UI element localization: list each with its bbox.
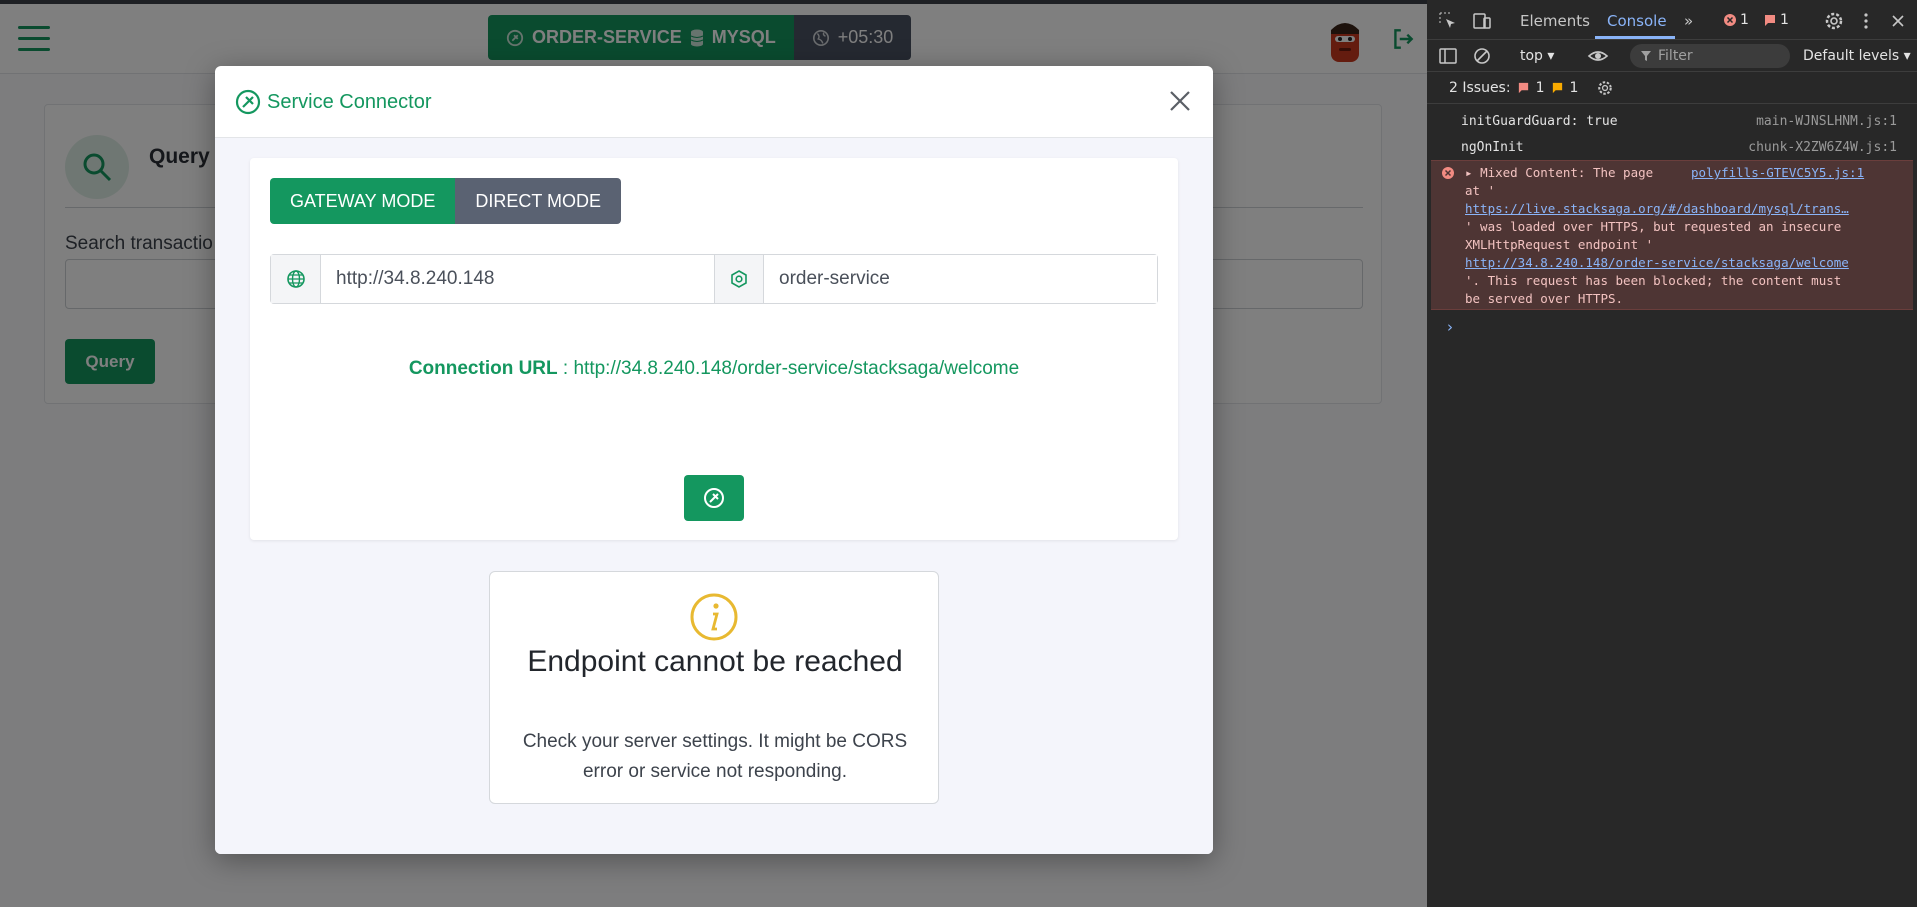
issues-error-count: 1 (1535, 79, 1545, 96)
inspect-icon[interactable] (1437, 10, 1459, 32)
issues-bar[interactable]: 2 Issues: 1 1 (1427, 72, 1917, 104)
error-message: Check your server settings. It might be … (522, 731, 908, 782)
issues-settings-icon[interactable] (1596, 79, 1614, 97)
settings-icon[interactable] (1823, 10, 1845, 32)
error-icon (1724, 14, 1736, 26)
error-line: ' was loaded over HTTPS, but requested a… (1465, 219, 1842, 234)
error-alert: Endpoint cannot be reached Check your se… (489, 571, 939, 804)
log-source[interactable]: main-WJNSLHNM.js:1 (1756, 114, 1897, 129)
more-options-icon[interactable] (1855, 10, 1877, 32)
filter-icon (1641, 51, 1651, 61)
close-icon[interactable] (1165, 86, 1195, 116)
connection-url-label: Connection URL (408, 358, 558, 379)
error-count: 1 (1740, 12, 1749, 28)
service-connector-modal: Service Connector GATEWAY MODE DIRECT MO… (215, 66, 1213, 854)
error-badge[interactable]: 1 (1723, 12, 1749, 28)
url-input-group: http://34.8.240.148 order-service (270, 254, 1158, 304)
connection-url-value: http://34.8.240.148/order-service/stacks… (573, 358, 1020, 379)
active-tab-indicator (1595, 36, 1675, 39)
connect-button[interactable] (684, 475, 744, 521)
issue-count: 1 (1780, 12, 1789, 28)
connection-config: GATEWAY MODE DIRECT MODE http://34.8.240… (250, 158, 1178, 540)
error-at: at ' (1465, 183, 1496, 198)
error-source-link[interactable]: polyfills-GTEVC5Y5.js:1 (1691, 164, 1864, 182)
info-icon (690, 593, 738, 641)
log-message: initGuardGuard: true (1461, 114, 1618, 129)
devtools-tabbar: Elements Console » 1 1 (1427, 0, 1917, 40)
devtools-panel: Elements Console » 1 1 top ▾ Filter Defa… (1427, 0, 1917, 907)
filter-input[interactable]: Filter (1630, 44, 1790, 68)
filter-placeholder: Filter (1658, 48, 1693, 64)
app-window: ORDER-SERVICE MYSQL +05:30 Query Search … (0, 0, 1427, 907)
mode-toggle: GATEWAY MODE DIRECT MODE (270, 178, 622, 224)
issue-icon (1765, 15, 1775, 26)
tab-console[interactable]: Console (1607, 12, 1667, 30)
context-select[interactable]: top ▾ (1520, 48, 1554, 64)
error-expander[interactable]: ▸ Mixed Content: The page (1465, 164, 1653, 182)
eye-icon[interactable] (1587, 45, 1609, 67)
issue-warning-icon (1552, 82, 1562, 94)
log-message: ngOnInit (1461, 140, 1524, 155)
error-line: be served over HTTPS. (1465, 291, 1624, 306)
error-icon (1442, 167, 1454, 179)
issue-badge[interactable]: 1 (1763, 12, 1789, 28)
issues-warning-count: 1 (1569, 79, 1579, 96)
context-label: top (1520, 48, 1543, 64)
error-endpoint-link[interactable]: http://34.8.240.148/order-service/stacks… (1465, 254, 1849, 272)
hexagon-icon (714, 255, 764, 303)
log-source[interactable]: chunk-X2ZW6Z4W.js:1 (1748, 140, 1897, 155)
sidebar-toggle-icon[interactable] (1437, 45, 1459, 67)
modal-body: GATEWAY MODE DIRECT MODE http://34.8.240… (215, 138, 1213, 854)
modal-header: Service Connector (215, 66, 1213, 138)
error-page-link[interactable]: https://live.stacksaga.org/#/dashboard/m… (1465, 200, 1849, 218)
clear-console-icon[interactable] (1471, 45, 1493, 67)
host-input[interactable]: http://34.8.240.148 (321, 255, 714, 303)
globe-icon (271, 255, 321, 303)
connection-url: Connection URL : http://34.8.240.148/ord… (250, 358, 1178, 380)
error-line: XMLHttpRequest endpoint ' (1465, 237, 1654, 252)
modal-title-text: Service Connector (267, 90, 432, 113)
direct-mode-button[interactable]: DIRECT MODE (455, 178, 622, 224)
levels-select[interactable]: Default levels ▾ (1803, 48, 1911, 64)
connection-url-sep: : (557, 358, 574, 379)
error-line: '. This request has been blocked; the co… (1465, 273, 1842, 288)
error-prefix: Mixed Content: The page (1480, 165, 1654, 180)
close-devtools-icon[interactable] (1887, 10, 1909, 32)
plug-icon (235, 89, 261, 115)
modal-title: Service Connector (235, 89, 432, 115)
levels-label: Default levels (1803, 48, 1900, 64)
error-title: Endpoint cannot be reached (527, 645, 903, 678)
console-error-row: ▸ Mixed Content: The page polyfills-GTEV… (1431, 160, 1913, 310)
more-tabs-icon[interactable]: » (1684, 12, 1693, 30)
plug-icon (704, 488, 724, 508)
device-toolbar-icon[interactable] (1471, 10, 1493, 32)
issues-label: 2 Issues: (1449, 79, 1511, 96)
issue-error-icon (1518, 82, 1528, 94)
console-prompt[interactable]: › (1447, 318, 1453, 336)
console-toolbar: top ▾ Filter Default levels ▾ (1427, 40, 1917, 72)
gateway-mode-button[interactable]: GATEWAY MODE (270, 178, 456, 224)
service-input[interactable]: order-service (764, 255, 1157, 303)
tab-elements[interactable]: Elements (1520, 12, 1590, 30)
